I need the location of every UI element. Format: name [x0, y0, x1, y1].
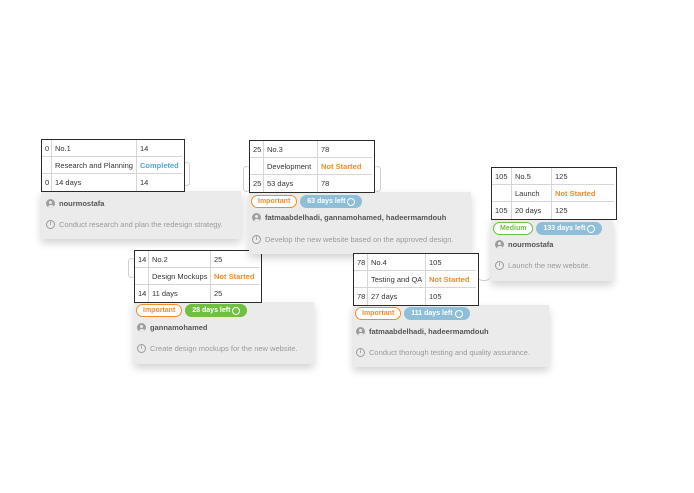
- cell-end: 78: [321, 179, 330, 188]
- description: Conduct thorough testing and quality ass…: [369, 348, 530, 357]
- cell-id: 0: [42, 140, 52, 157]
- cell-id: 105: [492, 168, 512, 185]
- info-icon: i: [252, 235, 261, 244]
- avatar-icon: [137, 323, 146, 332]
- status-label: Not Started: [552, 185, 614, 202]
- cell-duration: 11 days: [149, 285, 211, 302]
- days-left-badge: 28 days left: [185, 304, 248, 317]
- avatar-icon: [252, 213, 261, 222]
- days-left-label: 111 days left: [411, 310, 453, 317]
- cell-end: 25: [214, 289, 223, 298]
- task-node-1[interactable]: nourmostafa i Conduct research and plan …: [41, 139, 241, 249]
- avatar-icon: [495, 240, 504, 249]
- info-icon: i: [356, 348, 365, 357]
- info-icon: i: [495, 261, 504, 270]
- priority-badge: Medium: [493, 222, 534, 235]
- clock-icon: [347, 197, 356, 206]
- task-card: nourmostafa i Conduct research and plan …: [41, 191, 241, 239]
- cell-value: 78: [318, 141, 372, 158]
- task-card: Important 28 days left gannamohamed i Cr…: [134, 302, 314, 364]
- clock-icon: [232, 306, 241, 315]
- task-name: Launch: [512, 185, 552, 202]
- days-left-label: 133 days left: [543, 225, 586, 232]
- description: Create design mockups for the new websit…: [150, 344, 298, 353]
- cell-number: No.1: [52, 140, 137, 157]
- cell-id: 78: [354, 254, 368, 271]
- task-node-5[interactable]: Medium 133 days left nourmostafa i Launc…: [491, 167, 617, 285]
- task-table: 14 No.2 25 Design Mockups Not Started 14…: [134, 250, 262, 303]
- cell-start: 0: [42, 174, 52, 191]
- cell-value: 14: [137, 140, 182, 157]
- cell-id: 14: [135, 251, 149, 268]
- priority-badge: Important: [355, 307, 402, 320]
- task-node-2[interactable]: Important 28 days left gannamohamed i Cr…: [134, 250, 314, 368]
- task-table: 25 No.3 78 Development Not Started 25 53…: [249, 140, 375, 193]
- cell-value: 105: [426, 254, 476, 271]
- cell-number: No.5: [512, 168, 552, 185]
- cell-empty: [42, 157, 52, 174]
- task-name: Design Mockups: [149, 268, 211, 285]
- priority-badge: Important: [136, 304, 183, 317]
- status-label: Not Started: [426, 271, 476, 288]
- cell-end: 125: [555, 206, 568, 215]
- description: Conduct research and plan the redesign s…: [59, 220, 223, 229]
- cell-number: No.3: [264, 141, 318, 158]
- description: Develop the new website based on the app…: [265, 235, 454, 244]
- cell-value: 125: [552, 168, 614, 185]
- cell-start: 78: [354, 288, 368, 305]
- days-left-badge: 111 days left: [404, 307, 470, 320]
- clock-icon: [454, 309, 463, 318]
- task-table: 105 No.5 125 Launch Not Started 105 20 d…: [491, 167, 617, 220]
- cell-empty: [492, 185, 512, 202]
- cell-end: 105: [429, 292, 442, 301]
- cell-empty: [354, 271, 368, 288]
- cell-start: 105: [492, 202, 512, 219]
- assignees: nourmostafa: [59, 199, 105, 208]
- cell-end: 14: [140, 178, 149, 187]
- status-label: Not Started: [318, 158, 372, 175]
- task-table: 0 No.1 14 Research and Planning Complete…: [41, 139, 185, 192]
- days-left-badge: 63 days left: [300, 195, 363, 208]
- cell-empty: [250, 158, 264, 175]
- task-name: Research and Planning: [52, 157, 137, 174]
- info-icon: i: [46, 220, 55, 229]
- cell-start: 25: [250, 175, 264, 192]
- task-card: Important 63 days left fatmaabdelhadi, g…: [249, 192, 471, 254]
- task-card: Important 111 days left fatmaabdelhadi, …: [353, 305, 549, 367]
- avatar-icon: [356, 327, 365, 336]
- days-left-label: 63 days left: [307, 198, 346, 205]
- avatar-icon: [46, 199, 55, 208]
- cell-duration: 20 days: [512, 202, 552, 219]
- description: Launch the new website.: [508, 261, 591, 270]
- clock-icon: [587, 224, 596, 233]
- cell-id: 25: [250, 141, 264, 158]
- cell-duration: 27 days: [368, 288, 426, 305]
- task-table: 78 No.4 105 Testing and QA Not Started 7…: [353, 253, 479, 306]
- days-left-badge: 133 days left: [536, 222, 603, 235]
- assignees: fatmaabdelhadi, gannamohamed, hadeermamd…: [265, 213, 447, 222]
- assignees: nourmostafa: [508, 240, 554, 249]
- priority-badge: Important: [251, 195, 298, 208]
- info-icon: i: [137, 344, 146, 353]
- cell-start: 14: [135, 285, 149, 302]
- task-card: Medium 133 days left nourmostafa i Launc…: [491, 219, 613, 281]
- cell-number: No.4: [368, 254, 426, 271]
- task-node-3[interactable]: Important 63 days left fatmaabdelhadi, g…: [249, 140, 471, 260]
- cell-empty: [135, 268, 149, 285]
- status-label: Completed: [137, 157, 182, 174]
- cell-duration: 14 days: [52, 174, 137, 191]
- cell-number: No.2: [149, 251, 211, 268]
- status-label: Not Started: [211, 268, 259, 285]
- assignees: fatmaabdelhadi, hadeermamdouh: [369, 327, 489, 336]
- assignees: gannamohamed: [150, 323, 208, 332]
- task-name: Testing and QA: [368, 271, 426, 288]
- task-name: Development: [264, 158, 318, 175]
- cell-duration: 53 days: [264, 175, 318, 192]
- days-left-label: 28 days left: [192, 307, 231, 314]
